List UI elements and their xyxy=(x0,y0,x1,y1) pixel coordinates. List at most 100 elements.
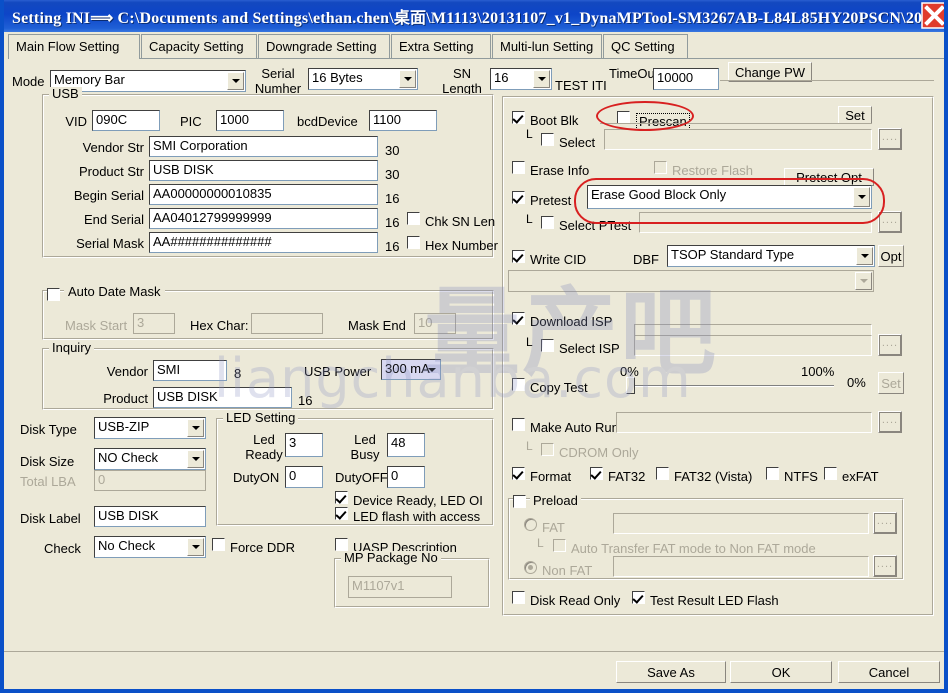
pretest-checkbox[interactable] xyxy=(512,191,525,204)
exfat-checkbox[interactable] xyxy=(824,467,837,480)
product-str-input[interactable]: USB DISK xyxy=(149,160,378,181)
boot-select-path[interactable] xyxy=(604,129,872,150)
write-cid-checkbox[interactable] xyxy=(512,250,525,263)
cid-opt-button[interactable]: Opt xyxy=(878,245,904,267)
boot-blk-checkbox[interactable] xyxy=(512,111,525,124)
chevron-down-icon[interactable] xyxy=(399,70,416,88)
led-busy-input[interactable]: 48 xyxy=(387,433,425,457)
copy-test-checkbox[interactable] xyxy=(512,378,525,391)
boot-blk-set-button[interactable]: Set xyxy=(838,106,872,124)
end-serial-input[interactable]: AA04012799999999 xyxy=(149,208,378,229)
led-flash-access-checkbox[interactable] xyxy=(335,507,348,520)
auto-date-mask-checkbox[interactable] xyxy=(47,288,60,301)
pid-input[interactable]: 1000 xyxy=(216,110,284,131)
erase-info-checkbox[interactable] xyxy=(512,161,525,174)
pretest-opt-button[interactable]: Pretest Opt xyxy=(784,168,874,186)
mp-package-input[interactable]: M1107v1 xyxy=(348,576,452,598)
hex-number-checkbox[interactable] xyxy=(407,236,420,249)
ok-button[interactable]: OK xyxy=(730,661,832,683)
make-auto-run-checkbox[interactable] xyxy=(512,418,525,431)
mask-end-input[interactable]: 10 xyxy=(414,313,456,334)
save-as-label: Save As xyxy=(647,666,695,679)
preload-fat-path[interactable] xyxy=(613,513,869,534)
copy-test-set-button[interactable]: Set xyxy=(878,372,904,394)
chevron-down-icon[interactable] xyxy=(853,187,870,207)
preload-non-fat-browse-button[interactable]: .... xyxy=(873,555,897,577)
preload-checkbox[interactable] xyxy=(513,495,526,508)
timeout-input[interactable]: 10000 xyxy=(653,68,719,90)
cancel-button[interactable]: Cancel xyxy=(838,661,940,683)
chevron-down-icon[interactable] xyxy=(227,72,244,90)
inquiry-product-length: 16 xyxy=(298,393,312,408)
total-lba-input[interactable]: 0 xyxy=(94,470,206,491)
select-isp-checkbox[interactable] xyxy=(541,339,554,352)
serial-number-combo[interactable]: 16 Bytes xyxy=(308,68,418,90)
select-isp-path-2[interactable] xyxy=(634,335,872,356)
inquiry-vendor-input[interactable]: SMI xyxy=(153,360,227,381)
chevron-down-icon[interactable] xyxy=(855,272,872,290)
inquiry-product-input[interactable]: USB DISK xyxy=(153,387,292,408)
disk-type-combo[interactable]: USB-ZIP xyxy=(94,417,206,439)
fat32-checkbox[interactable] xyxy=(590,467,603,480)
chk-sn-len-checkbox[interactable] xyxy=(407,212,420,225)
duty-off-input[interactable]: 0 xyxy=(387,466,425,488)
tab-extra-setting[interactable]: Extra Setting xyxy=(391,34,491,58)
copy-test-slider-track[interactable] xyxy=(629,385,834,387)
disk-read-only-checkbox[interactable] xyxy=(512,591,525,604)
serial-mask-input[interactable]: AA############## xyxy=(149,232,378,253)
select-isp-browse-button[interactable]: .... xyxy=(878,334,902,356)
cid-sub-combo[interactable] xyxy=(508,270,874,292)
dbf-combo[interactable]: TSOP Standard Type xyxy=(667,245,875,267)
close-icon[interactable] xyxy=(921,2,948,29)
pretest-combo[interactable]: Erase Good Block Only xyxy=(587,185,872,209)
restore-flash-checkbox[interactable] xyxy=(654,161,667,174)
auto-transfer-checkbox[interactable] xyxy=(553,539,566,552)
tab-main-flow-setting[interactable]: Main Flow Setting xyxy=(8,34,140,59)
ntfs-checkbox[interactable] xyxy=(766,467,779,480)
led-ready-input[interactable]: 3 xyxy=(285,433,323,457)
chevron-down-icon[interactable] xyxy=(533,70,550,88)
format-checkbox[interactable] xyxy=(512,467,525,480)
chevron-down-icon[interactable] xyxy=(187,538,204,556)
tab-multi-lun-setting[interactable]: Multi-lun Setting xyxy=(492,34,602,58)
chevron-down-icon[interactable] xyxy=(425,361,439,378)
cdrom-only-checkbox[interactable] xyxy=(541,443,554,456)
boot-select-checkbox[interactable] xyxy=(541,133,554,146)
change-pw-button[interactable]: Change PW xyxy=(728,62,812,82)
select-ptest-path[interactable] xyxy=(639,212,872,233)
preload-non-fat-path[interactable] xyxy=(613,556,869,577)
chevron-down-icon[interactable] xyxy=(856,247,873,265)
vendor-str-input[interactable]: SMI Corporation xyxy=(149,136,378,157)
tab-downgrade-setting[interactable]: Downgrade Setting xyxy=(258,34,390,58)
boot-select-browse-button[interactable]: .... xyxy=(878,128,902,150)
select-ptest-browse-button[interactable]: .... xyxy=(878,211,902,233)
tab-qc-setting[interactable]: QC Setting xyxy=(603,34,688,58)
test-result-led-flash-checkbox[interactable] xyxy=(632,591,645,604)
disk-label-input[interactable]: USB DISK xyxy=(94,506,206,527)
chevron-down-icon[interactable] xyxy=(187,419,204,437)
save-as-button[interactable]: Save As xyxy=(616,661,726,683)
sn-length-combo[interactable]: 16 xyxy=(490,68,552,90)
preload-fat-browse-button[interactable]: .... xyxy=(873,512,897,534)
hex-char-input[interactable] xyxy=(251,313,323,334)
mask-start-input[interactable]: 3 xyxy=(133,313,175,334)
begin-serial-input[interactable]: AA00000000010835 xyxy=(149,184,378,205)
preload-non-fat-radio[interactable] xyxy=(524,561,537,574)
make-auto-run-path[interactable] xyxy=(616,412,872,433)
preload-fat-radio[interactable] xyxy=(524,518,537,531)
usb-power-combo[interactable]: 300 mA xyxy=(381,359,441,380)
fat32-vista-checkbox[interactable] xyxy=(656,467,669,480)
duty-on-input[interactable]: 0 xyxy=(285,466,323,488)
copy-test-slider-thumb[interactable] xyxy=(626,377,635,394)
vid-input[interactable]: 090C xyxy=(92,110,160,131)
bcddevice-input[interactable]: 1100 xyxy=(369,110,437,131)
download-isp-checkbox[interactable] xyxy=(512,312,525,325)
force-ddr-checkbox[interactable] xyxy=(212,538,225,551)
select-ptest-checkbox[interactable] xyxy=(541,216,554,229)
make-auto-run-browse-button[interactable]: .... xyxy=(878,411,902,433)
disk-size-combo[interactable]: NO Check xyxy=(94,448,206,470)
device-ready-led-checkbox[interactable] xyxy=(335,491,348,504)
chevron-down-icon[interactable] xyxy=(187,450,204,468)
tab-capacity-setting[interactable]: Capacity Setting xyxy=(141,34,257,58)
check-combo[interactable]: No Check xyxy=(94,536,206,558)
